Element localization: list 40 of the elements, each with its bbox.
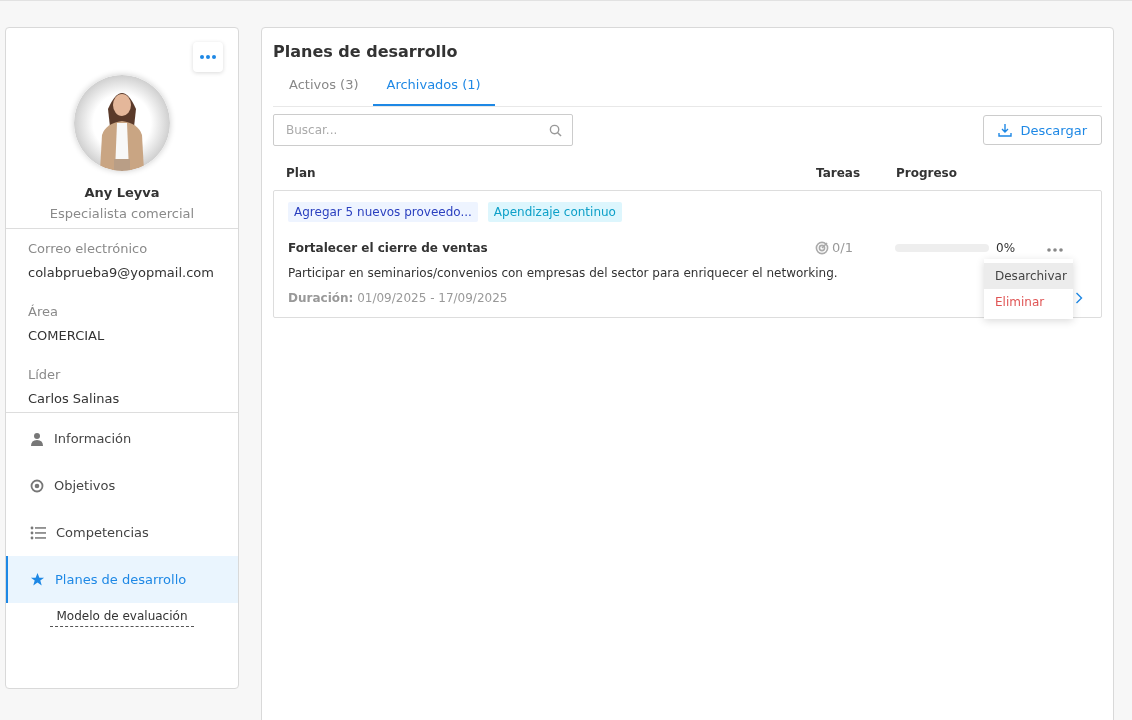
sidebar-item[interactable]: Objetivos [6,462,238,509]
tab[interactable]: Archivados (1) [372,77,495,106]
search-field[interactable]: Buscar... [273,114,573,146]
progress-value: 0% [996,240,1016,255]
plan-title: Fortalecer el cierre de ventas [288,240,489,255]
menu-item[interactable]: Eliminar [984,289,1073,315]
profile-role: Especialista comercial [49,206,195,221]
profile-name: Any Leyva [84,185,160,200]
tab[interactable]: Activos (3) [275,77,373,106]
person-icon [30,431,44,446]
search-icon [549,123,562,137]
field-label: Área [28,304,59,319]
ellipsis-icon [200,55,216,59]
list-icon [30,525,46,540]
plan-duration: Duración: 01/09/2025 - 17/09/2025 [288,291,508,305]
ellipsis-icon [1047,248,1063,252]
target-icon [815,240,829,255]
field-value: Carlos Salinas [28,391,121,406]
sidebar-item[interactable]: Información [6,415,238,462]
column-header: Tareas [816,166,862,180]
menu-item[interactable]: Desarchivar [984,263,1073,289]
plan-description: Participar en seminarios/convenios con empresas del sector para enriquecer el networking. [288,266,838,280]
field-value: COMERCIAL [28,328,106,343]
target-icon [30,478,44,493]
tag: Apendizaje continuo [487,202,622,222]
evaluation-model-link[interactable]: Modelo de evaluación [50,609,194,627]
download-icon [998,123,1013,137]
more-button[interactable] [193,42,223,72]
sidebar-item[interactable]: Competencias [6,509,238,556]
chevron-right-icon[interactable] [1075,292,1083,304]
column-header: Progreso [896,166,957,180]
field-value: colabprueba9@yopmail.com [28,265,215,280]
tag: Agregar 5 nuevos proveedo... [288,202,478,222]
column-header: Plan [286,166,317,180]
download-button[interactable]: Descargar [983,115,1102,145]
page-title: Planes de desarrollo [273,42,459,61]
field-label: Líder [28,367,62,382]
star-icon [30,572,45,587]
field-label: Correo electrónico [28,241,149,256]
task-count: 0/1 [832,240,853,255]
